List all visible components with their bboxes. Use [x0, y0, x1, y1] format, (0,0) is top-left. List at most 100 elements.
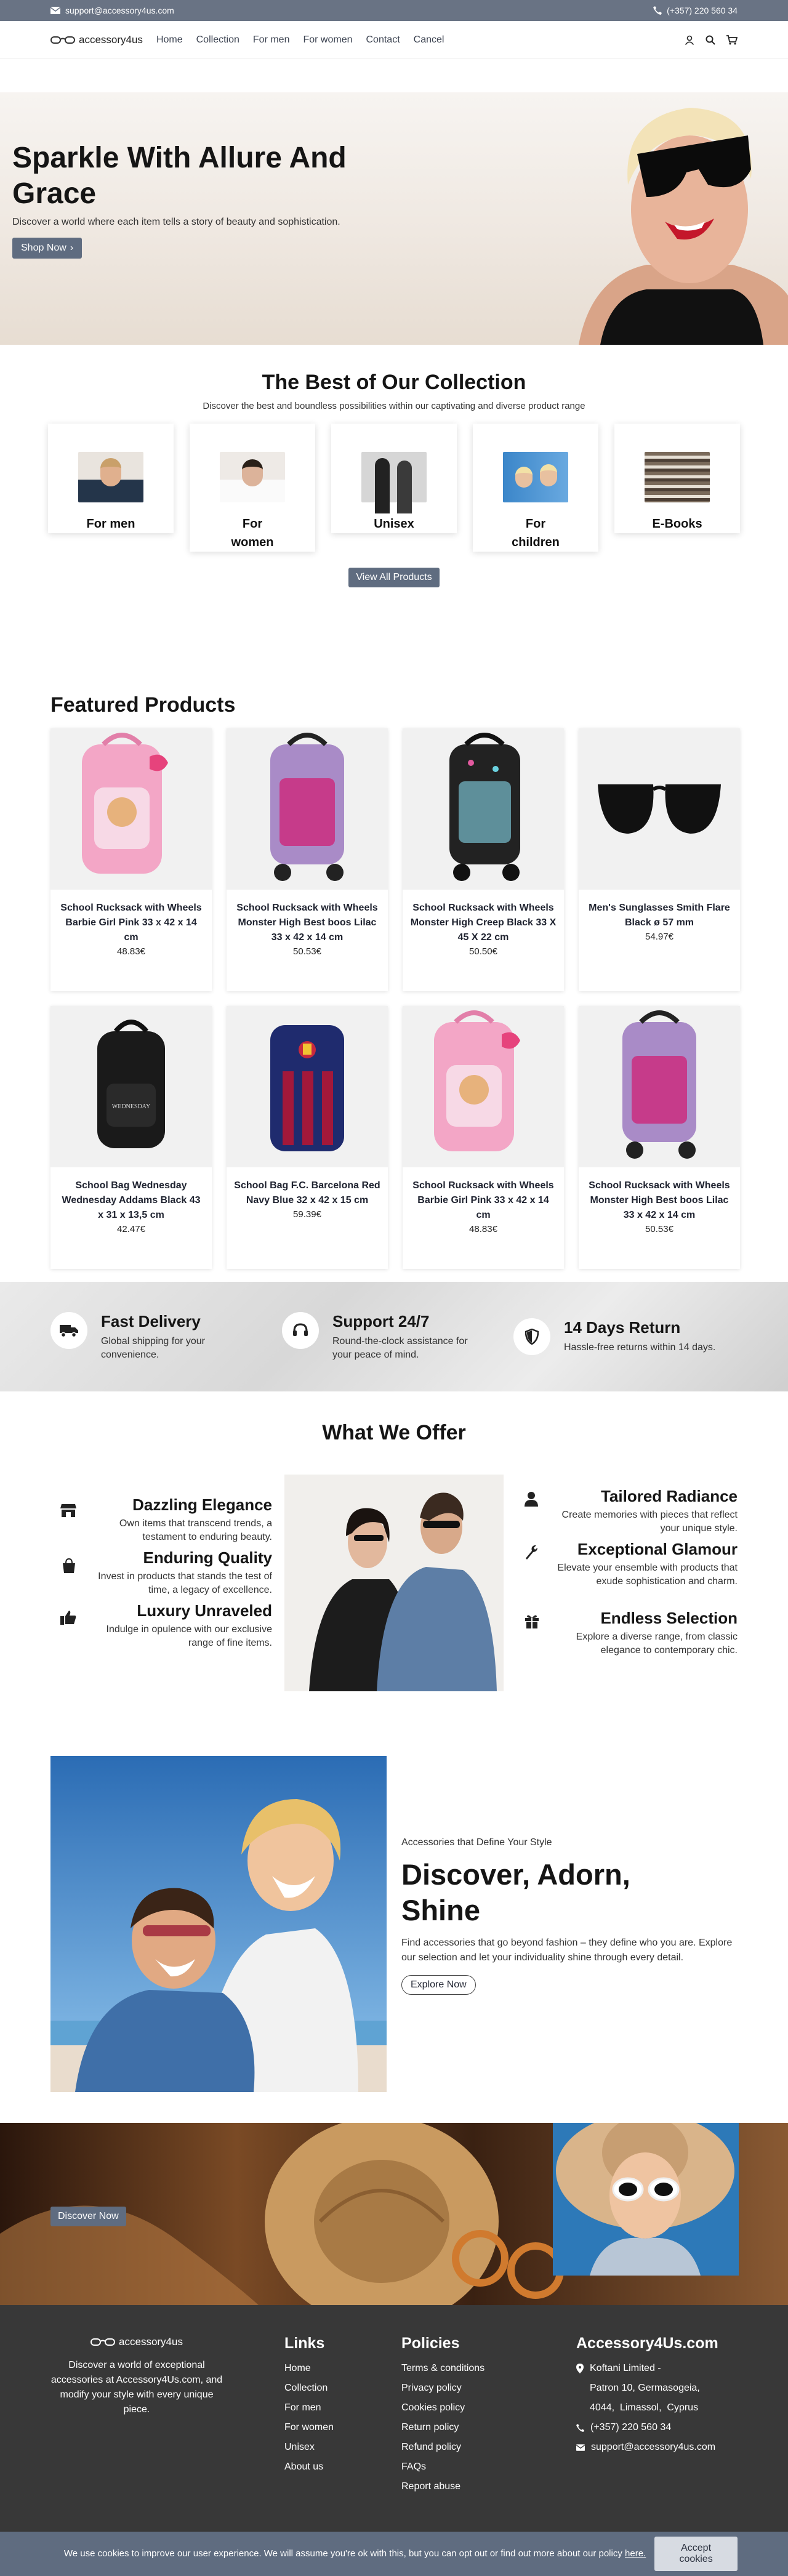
offer-item-title: Luxury Unraveled [137, 1601, 272, 1620]
footer-about: Discover a world of exceptional accessor… [50, 2360, 223, 2415]
shop-now-button[interactable]: Shop Now › [12, 238, 82, 259]
explore-now-button[interactable]: Explore Now [401, 1975, 476, 1995]
feature-title: Fast Delivery [101, 1311, 201, 1330]
footer-link-report-abuse[interactable]: Report abuse [401, 2477, 484, 2497]
feature-title: 14 Days Return [564, 1318, 681, 1337]
footer-logo[interactable]: accessory4us [50, 2336, 223, 2348]
chevron-right-icon: › [70, 243, 74, 253]
product-card[interactable]: School Rucksack with Wheels Barbie Girl … [403, 1006, 564, 1269]
offer-couple-image [284, 1475, 504, 1691]
hero-title: Sparkle With Allure And Grace [12, 142, 347, 210]
discover-now-button[interactable]: Discover Now [50, 2207, 126, 2226]
nav-contact[interactable]: Contact [366, 34, 400, 46]
nav-cancel[interactable]: Cancel [414, 34, 444, 46]
footer-link-for-women[interactable]: For women [284, 2418, 334, 2437]
product-image [50, 728, 212, 890]
offer-item-dazzling-elegance: Dazzling Elegance Own items that transcen… [50, 1495, 272, 1544]
footer-link-return[interactable]: Return policy [401, 2418, 484, 2437]
cookie-policy-link[interactable]: here. [625, 2548, 646, 2559]
user-icon [525, 1492, 538, 1507]
footer-link-unisex[interactable]: Unisex [284, 2437, 334, 2457]
offer-item-desc: Create memories with pieces that reflect… [561, 1510, 738, 1534]
offer-item-desc: Invest in products that stands the test … [98, 1571, 272, 1595]
featured-title: Featured Products [50, 693, 236, 717]
shopping-bag-icon [63, 1558, 75, 1573]
product-card[interactable]: Men's Sunglasses Smith Flare Black ø 57 … [579, 728, 740, 991]
offer-item-title: Exceptional Glamour [577, 1540, 738, 1558]
offer-item-title: Enduring Quality [143, 1548, 272, 1567]
product-card[interactable]: WEDNESDAY School Bag Wednesday Wednesday … [50, 1006, 212, 1269]
offer-item-enduring-quality: Enduring Quality Invest in products that … [50, 1548, 272, 1597]
footer-policies-title: Policies [401, 2335, 460, 2352]
category-label: Unisex [374, 517, 414, 531]
discover-eyebrow: Accessories that Define Your Style [401, 1837, 552, 1848]
category-card-unisex[interactable]: Unisex [331, 424, 457, 533]
view-all-products-button[interactable]: View All Products [348, 568, 440, 587]
footer-link-for-men[interactable]: For men [284, 2398, 334, 2418]
feature-returns: 14 Days Return Hassle-free returns within… [513, 1318, 720, 1355]
discover-couple-image [50, 1756, 387, 2092]
category-card-for-women[interactable]: For women [190, 424, 315, 552]
category-card-ebooks[interactable]: E-Books [614, 424, 740, 533]
shield-icon [525, 1329, 539, 1345]
product-image [227, 1006, 388, 1167]
thumbs-up-icon [60, 1611, 76, 1625]
cart-icon[interactable] [726, 34, 738, 45]
user-icon[interactable] [685, 35, 694, 45]
feature-desc: Round-the-clock assistance for your peac… [332, 1335, 468, 1360]
hero-subtitle: Discover a world where each item tells a… [12, 217, 340, 227]
collection-subtitle: Discover the best and boundless possibil… [203, 401, 585, 411]
footer-link-collection[interactable]: Collection [284, 2378, 334, 2398]
category-card-for-men[interactable]: For men [48, 424, 174, 533]
collection-section: The Best of Our Collection Discover the … [0, 371, 788, 587]
product-price: 54.97€ [645, 932, 673, 942]
main-nav: accessory4us Home Collection For men For… [0, 21, 788, 59]
glasses-logo-icon [90, 2338, 116, 2346]
logo[interactable]: accessory4us [50, 34, 143, 46]
footer-links-column: Links Home Collection For men For women … [284, 2335, 334, 2477]
accept-cookies-button[interactable]: Accept cookies [654, 2537, 738, 2571]
features-strip: Fast Delivery Global shipping for your co… [0, 1282, 788, 1391]
nav-for-women[interactable]: For women [303, 34, 352, 46]
footer-phone-text: (+357) 220 560 34 [590, 2422, 672, 2433]
product-card[interactable]: School Rucksack with Wheels Monster High… [227, 728, 388, 991]
footer-link-privacy[interactable]: Privacy policy [401, 2378, 484, 2398]
footer-logo-text: accessory4us [119, 2336, 183, 2348]
footer-address-line: 4044, Limassol, Cyprus [590, 2402, 699, 2413]
product-name: Men's Sunglasses Smith Flare Black ø 57 … [589, 903, 730, 928]
category-label: E-Books [652, 517, 702, 531]
footer-phone[interactable]: (+357) 220 560 34 [576, 2418, 742, 2437]
footer-link-refund[interactable]: Refund policy [401, 2437, 484, 2457]
offer-item-title: Dazzling Elegance [132, 1495, 272, 1514]
discover-title: Discover, Adorn, Shine [401, 1858, 630, 1926]
category-label: For children [512, 517, 560, 549]
glasses-logo-icon [50, 36, 75, 44]
product-card[interactable]: School Rucksack with Wheels Monster High… [403, 728, 564, 991]
footer-link-cookies[interactable]: Cookies policy [401, 2398, 484, 2418]
topbar-email[interactable]: support@accessory4us.com [50, 6, 174, 15]
search-icon[interactable] [706, 35, 715, 45]
product-card[interactable]: School Rucksack with Wheels Monster High… [579, 1006, 740, 1269]
topbar-phone[interactable]: (+357) 220 560 34 [653, 6, 738, 15]
footer-policies-column: Policies Terms & conditions Privacy poli… [401, 2335, 484, 2497]
footer-link-faqs[interactable]: FAQs [401, 2457, 484, 2477]
category-card-for-children[interactable]: For children [473, 424, 598, 552]
footer-email-text: support@accessory4us.com [591, 2442, 716, 2452]
phone-icon [653, 6, 662, 15]
product-card[interactable]: School Rucksack with Wheels Barbie Girl … [50, 728, 212, 991]
nav-home[interactable]: Home [156, 34, 183, 46]
footer-contact-title: Accessory4Us.com [576, 2335, 718, 2352]
product-price: 48.83€ [469, 1224, 497, 1234]
product-image: WEDNESDAY [50, 1006, 212, 1167]
offer-item-luxury-unraveled: Luxury Unraveled Indulge in opulence with… [50, 1601, 272, 1650]
headset-icon [293, 1322, 308, 1336]
footer-link-home[interactable]: Home [284, 2359, 334, 2378]
product-card[interactable]: School Bag F.C. Barcelona Red Navy Blue … [227, 1006, 388, 1269]
feature-support: Support 24/7 Round-the-clock assistance f… [282, 1311, 489, 1362]
footer-link-about-us[interactable]: About us [284, 2457, 334, 2477]
footer-email[interactable]: support@accessory4us.com [576, 2437, 742, 2457]
nav-for-men[interactable]: For men [253, 34, 290, 46]
nav-collection[interactable]: Collection [196, 34, 239, 46]
footer-link-terms[interactable]: Terms & conditions [401, 2359, 484, 2378]
product-image [403, 728, 564, 890]
